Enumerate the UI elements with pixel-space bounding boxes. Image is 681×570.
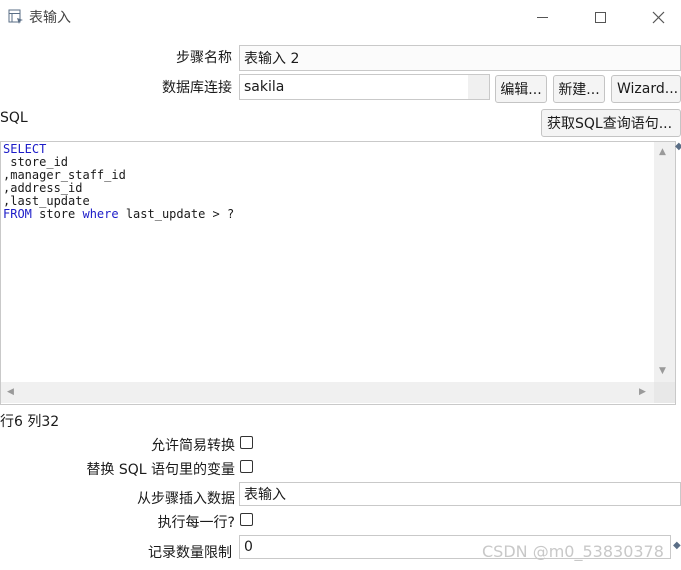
sql-code[interactable]: SELECT store_id ,manager_staff_id ,address… [3,143,234,221]
close-button[interactable] [635,0,681,34]
sql-editor[interactable]: SELECT store_id ,manager_staff_id ,address… [0,141,676,405]
window-title: 表输入 [29,10,71,26]
scroll-right-icon[interactable]: ▶ [639,387,646,397]
step-name-label: 步骤名称 [176,50,232,66]
sql-text: last_update > ? [118,207,235,221]
sql-text: ,last_update [3,194,90,208]
execute-each-row-checkbox[interactable] [240,513,253,526]
watermark: CSDN @m0_53830378 [482,542,664,561]
cursor-position: 行6 列32 [0,414,60,430]
scrollbar-corner [654,382,675,403]
wizard-button[interactable]: Wizard... [611,75,681,103]
insert-from-step-label: 从步骤插入数据 [137,491,235,507]
replace-variables-checkbox[interactable] [240,460,253,473]
step-name-field[interactable]: 表输入 2 [239,45,681,71]
sql-label: SQL [0,110,28,126]
sql-keyword: SELECT [3,142,47,156]
limit-label: 记录数量限制 [148,545,232,561]
dropdown-area[interactable] [468,75,489,99]
maximize-button[interactable] [577,0,623,34]
lazy-conversion-label: 允许简易转换 [151,438,235,454]
lazy-conversion-checkbox[interactable] [240,436,253,449]
close-icon [652,11,664,23]
sql-text: ,address_id [3,181,83,195]
vertical-scrollbar[interactable]: ▲ ▼ [654,142,675,382]
insert-from-step-value: 表输入 [244,487,286,503]
new-connection-button[interactable]: 新建... [553,75,605,103]
db-connection-value: sakila [244,79,285,95]
db-connection-label: 数据库连接 [162,80,232,96]
sql-text: store [31,207,83,221]
minimize-button[interactable] [519,0,565,34]
variable-icon: ◆ [673,540,681,551]
execute-each-row-label: 执行每一行? [157,515,235,531]
get-sql-button[interactable]: 获取SQL查询语句... [541,109,681,137]
limit-value: 0 [244,539,253,555]
title-bar: 表输入 [0,0,681,34]
minimize-icon [536,16,548,18]
edit-connection-button[interactable]: 编辑... [495,75,547,103]
maximize-icon [594,11,606,23]
sql-text: store_id [3,155,69,169]
insert-from-step-select[interactable]: 表输入 [239,482,681,506]
splitter-handle-icon[interactable]: ◆ [675,142,681,152]
replace-variables-label: 替换 SQL 语句里的变量 [86,462,235,478]
sql-keyword: FROM [3,207,32,221]
table-input-icon [8,9,23,24]
scroll-down-icon[interactable]: ▼ [659,366,666,376]
scroll-up-icon[interactable]: ▲ [659,147,666,157]
sql-line: FROM store where last_update > ? [3,208,234,221]
sql-keyword: where [82,207,119,221]
db-connection-select[interactable]: sakila [239,74,490,100]
sql-text: ,manager_staff_id [3,168,126,182]
scroll-left-icon[interactable]: ◀ [7,387,14,397]
step-name-value: 表输入 2 [244,51,300,67]
horizontal-scrollbar[interactable]: ◀ ▶ [1,382,654,403]
